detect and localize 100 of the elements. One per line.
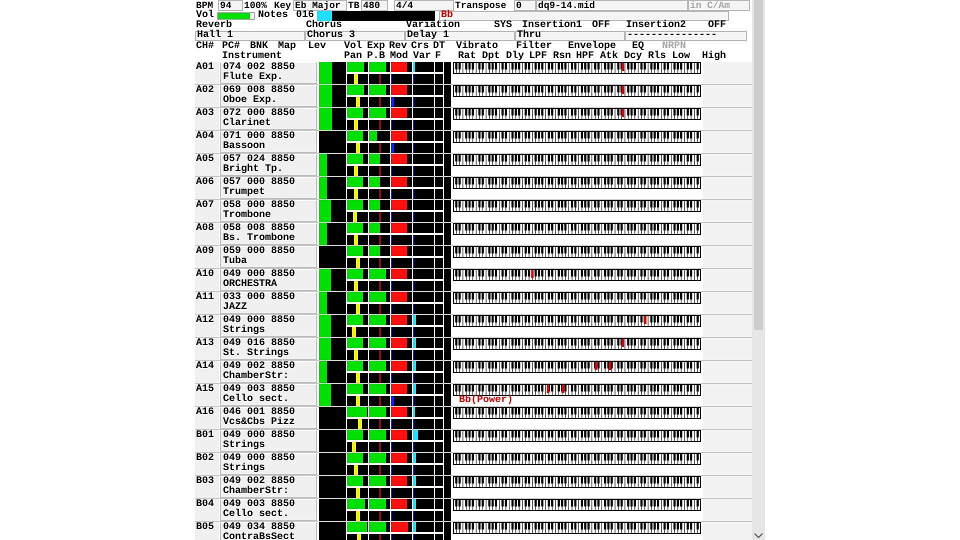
scrollbar[interactable] [752,0,765,540]
transpose-value: 0 [514,0,536,11]
row-background [703,315,752,337]
column-header: High [701,52,728,62]
channel-label: A04 [195,131,219,153]
volume-label: Vol [195,11,214,21]
instrument-name: ORCHESTRA [223,280,278,290]
row-background [703,338,752,360]
program-numbers: 049 000 8850 [223,431,296,441]
program-numbers: 049 034 8850 [223,523,296,533]
column-header: Rat [457,52,478,62]
row-background [703,85,752,107]
channel-label: B03 [195,476,219,498]
program-numbers: 059 000 8850 [223,247,296,257]
column-header: NRPN [662,42,686,52]
instrument-name: ChamberStr: [223,487,290,497]
column-header: LPF [528,52,548,62]
effect-value: Hall 1 [195,31,305,41]
chord-display: Bb [439,11,729,21]
program-numbers: 049 003 8850 [223,385,296,395]
instrument-name: St. Strings [223,349,290,359]
column-header: Rls [647,52,668,62]
channel-label: B05 [195,522,219,540]
effect-label: Insertion2 [625,21,688,31]
channel-label: A06 [195,177,219,199]
program-numbers: 049 000 8850 [223,270,296,280]
column-header: Envelope [568,42,616,52]
row-background [703,223,752,245]
instrument-name: Bright Tp. [223,165,284,175]
effect-value: Thru [515,31,625,41]
instrument-name: Strings [223,326,266,336]
effect-value: Chorus 3 [305,31,405,41]
channel-label: A16 [195,407,219,429]
channel-label: A14 [195,361,219,383]
row-background [703,154,752,176]
column-header: Instrument [221,52,284,62]
program-numbers: 033 000 8850 [223,293,296,303]
row-background [703,292,752,314]
scroll-down-icon[interactable] [754,533,763,538]
channel-label: B01 [195,430,219,452]
column-header: Mod [389,52,410,62]
program-numbers: 049 003 8850 [223,500,296,510]
channel-label: A08 [195,223,219,245]
channel-label: A15 [195,384,219,406]
column-header: Dpt [481,52,502,62]
column-header: Lev [307,42,328,52]
notes-label: Notes [257,11,290,21]
column-header: F [434,52,442,62]
instrument-name: ContraBsSect [223,533,296,540]
column-header: Dly [505,52,526,62]
chord-name: Bb(Power) [458,396,514,406]
timebase-value: 480 [361,0,388,11]
program-numbers: 071 000 8850 [223,132,296,142]
program-numbers: 058 000 8850 [223,201,296,211]
column-header: Pan [343,52,364,62]
column-header: Rev [388,42,408,52]
column-header: Map [278,42,298,52]
program-numbers: 074 002 8850 [223,63,296,73]
effect-label: Reverb [195,21,232,31]
instrument-name: Flute Exp. [223,73,284,83]
row-background [703,476,752,498]
program-numbers: 072 000 8850 [223,109,296,119]
column-header: Low [671,52,692,62]
scrollbar-thumb[interactable] [754,0,763,330]
program-numbers: 049 000 8850 [223,316,296,326]
channel-label: B04 [195,499,219,521]
column-header: Vol [343,42,364,52]
instrument-name: Clarinet [223,119,272,129]
channel-label: A11 [195,292,219,314]
notes-count: 016 [295,11,314,21]
instrument-name: Trumpet [223,188,266,198]
row-background [703,177,752,199]
row-background [703,269,752,291]
instrument-name: Oboe Exp. [223,96,278,106]
column-header: P.B [366,52,386,62]
program-numbers: 057 024 8850 [223,155,296,165]
key-value: Eb Major [293,0,347,11]
row-background [703,131,752,153]
bpm-value: 94 [218,0,243,11]
effect-value: Delay 1 [405,31,515,41]
channel-label: A10 [195,269,219,291]
bpm-label: BPM [195,0,214,11]
program-numbers: 057 000 8850 [223,178,296,188]
row-background [703,62,752,84]
row-background [703,453,752,475]
channel-label: A02 [195,85,219,107]
program-numbers: 049 002 8850 [223,477,296,487]
program-numbers: 049 000 8850 [223,454,296,464]
instrument-name: JAZZ [223,303,248,313]
column-header: Var [412,52,432,62]
instrument-name: Strings [223,441,266,451]
instrument-name: Vcs&Cbs Pizz [223,418,296,428]
effect-label: Variation [405,21,462,31]
effect-label: Chorus [305,21,344,31]
column-header: CH# [195,42,216,52]
instrument-name: Tuba [223,257,248,267]
file-name: dq9-14.mid [536,0,688,11]
instrument-name: Cello sect. [223,395,290,405]
effect-label: SYS [493,21,514,31]
key-label: Key [274,0,292,11]
